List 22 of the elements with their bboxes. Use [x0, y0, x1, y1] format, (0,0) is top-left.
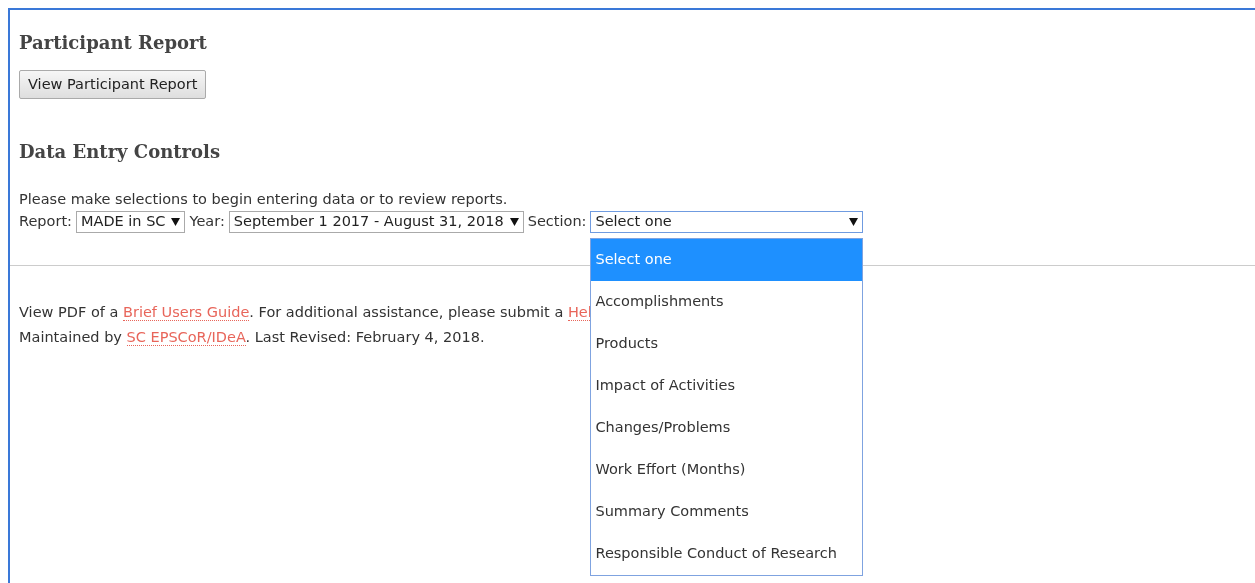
dropdown-option[interactable]: Accomplishments — [591, 280, 863, 323]
caret-icon — [509, 217, 519, 226]
footer-text: View PDF of a Brief Users Guide. For additional assistance, please submit a Hel — [19, 302, 592, 323]
section-heading: Data Entry Controls — [19, 141, 222, 163]
caret-icon — [171, 217, 181, 226]
view-report-button[interactable]: View Participant Report — [19, 69, 207, 100]
dropdown-option[interactable]: Changes/Problems — [591, 406, 863, 449]
dropdown-option[interactable]: Products — [591, 322, 863, 365]
field-label: Year: — [189, 211, 225, 231]
dropdown-option[interactable]: Impact of Activities — [591, 364, 863, 407]
section-heading: Participant Report — [19, 32, 208, 54]
dropdown-select[interactable]: MADE in SC — [75, 210, 186, 233]
instructions-text: Please make selections to begin entering data or to review reports. — [19, 189, 509, 209]
dropdown-option[interactable]: Responsible Conduct of Research — [591, 532, 863, 575]
caret-icon — [849, 217, 859, 226]
field-label: Report: — [19, 211, 72, 231]
footer-text: Maintained by SC EPSCoR/IDeA. Last Revised: February 4, 2018. — [19, 327, 485, 348]
dropdown-select[interactable]: Select one — [590, 210, 864, 233]
dropdown-select[interactable]: September 1 2017 - August 31, 2018 — [228, 210, 524, 233]
field-label: Section: — [527, 211, 587, 231]
dropdown-option[interactable]: Work Effort (Months) — [591, 448, 863, 491]
dropdown-option[interactable]: Summary Comments — [591, 490, 863, 533]
